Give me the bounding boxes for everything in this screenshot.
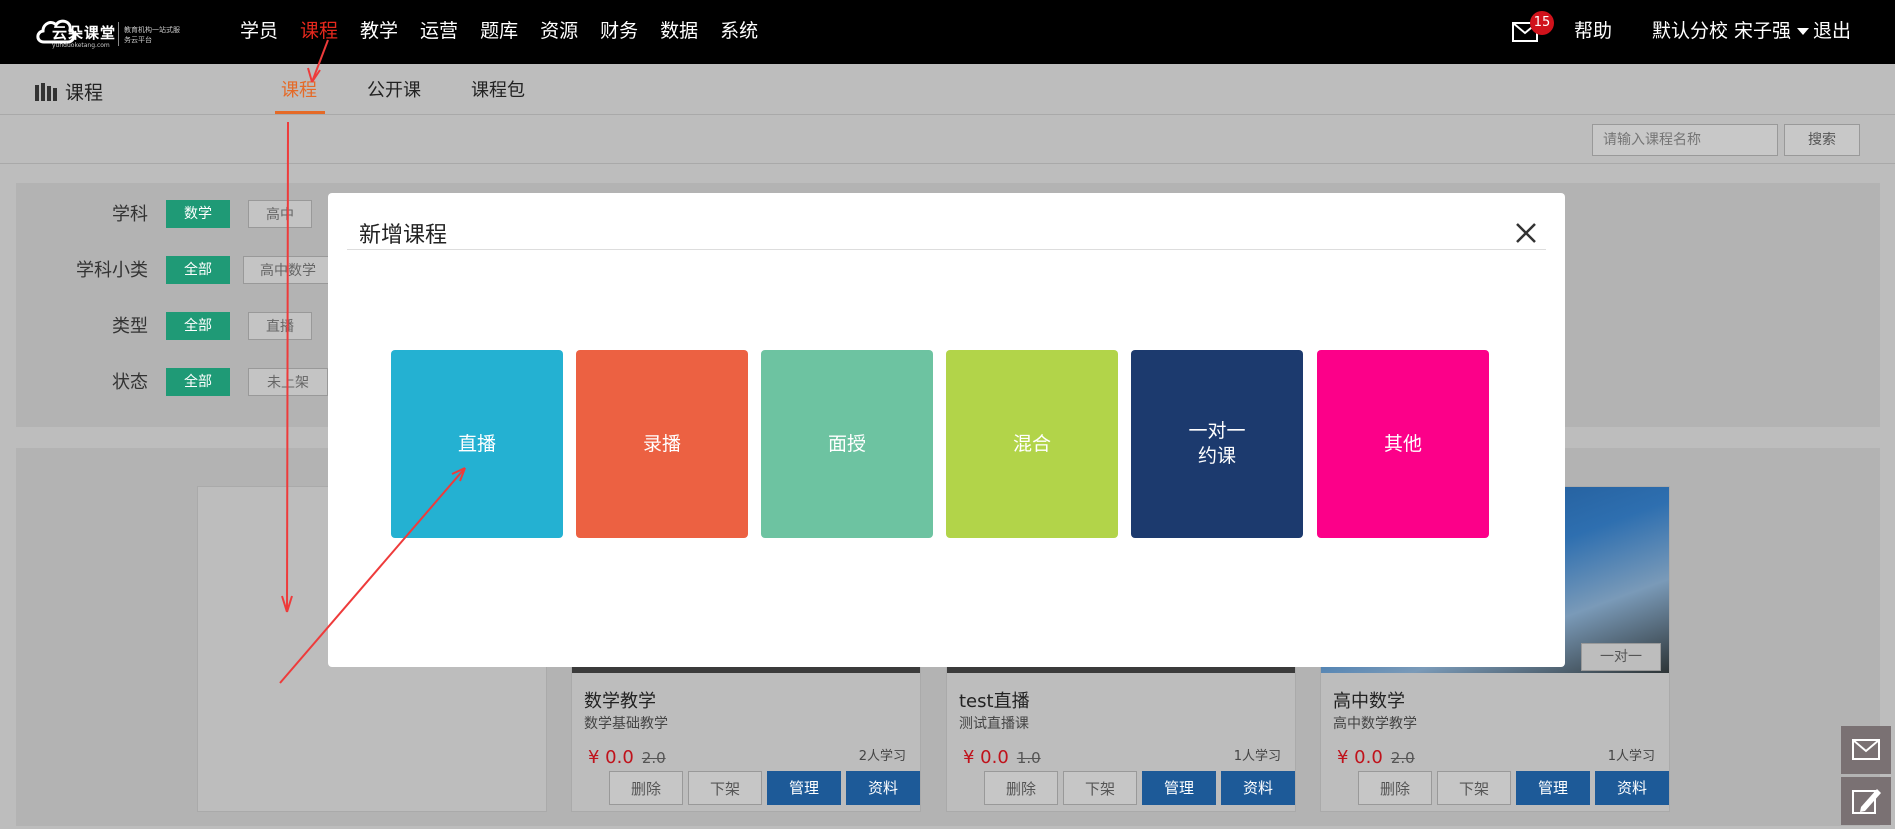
course-title[interactable]: 高中数学 [1333, 687, 1405, 713]
nav-item-finance[interactable]: 财务 [600, 0, 638, 64]
main-nav: 学员 课程 教学 运营 题库 资源 财务 数据 系统 [240, 0, 780, 64]
course-type-tile-other[interactable]: 其他 [1317, 350, 1489, 538]
nav-item-system[interactable]: 系统 [720, 0, 758, 64]
course-price-original: 2.0 [641, 749, 666, 767]
course-type-tile-live[interactable]: 直播 [391, 350, 563, 538]
filter-chip-subject-math[interactable]: 数学 [166, 200, 230, 228]
course-search-input[interactable] [1592, 124, 1778, 156]
course-title[interactable]: 数学教学 [584, 687, 656, 713]
envelope-icon [1852, 739, 1880, 760]
course-price: ¥ 0.0 2.0 [588, 747, 666, 768]
section-title: 课程 [35, 78, 103, 105]
nav-item-teaching[interactable]: 教学 [360, 0, 398, 64]
branch-selector[interactable]: 默认分校 [1652, 0, 1728, 62]
modal-title: 新增课程 [359, 223, 448, 248]
logo[interactable]: 云朵课堂 yunduoketang.com 教育机构一站式服务云平台 [34, 12, 180, 52]
nav-item-courses[interactable]: 课程 [300, 0, 338, 64]
course-description: 数学基础教学 [584, 716, 668, 732]
course-type-tile-one-on-one[interactable]: 一对一 约课 [1131, 350, 1303, 538]
filter-label-subject: 学科 [112, 204, 148, 225]
course-type-tile-in-person[interactable]: 面授 [761, 350, 933, 538]
tab-course-packages[interactable]: 课程包 [471, 76, 525, 102]
delete-button[interactable]: 删除 [984, 771, 1058, 805]
course-price-current: ¥ 0.0 [963, 747, 1009, 768]
course-description: 测试直播课 [959, 716, 1029, 732]
unpublish-button[interactable]: 下架 [1063, 771, 1137, 805]
logo-domain: yunduoketang.com [52, 42, 110, 49]
edit-icon [1852, 789, 1881, 814]
unpublish-button[interactable]: 下架 [1437, 771, 1511, 805]
nav-item-data[interactable]: 数据 [660, 0, 698, 64]
course-title[interactable]: test直播 [959, 687, 1030, 713]
course-price-original: 1.0 [1016, 749, 1041, 767]
manage-button[interactable]: 管理 [767, 771, 841, 805]
filter-chip-status-all[interactable]: 全部 [166, 368, 230, 396]
logo-divider [118, 22, 119, 46]
course-type-tile-hybrid[interactable]: 混合 [946, 350, 1118, 538]
nav-item-operations[interactable]: 运营 [420, 0, 458, 64]
course-price-current: ¥ 0.0 [1337, 747, 1383, 768]
nav-item-students[interactable]: 学员 [240, 0, 278, 64]
unpublish-button[interactable]: 下架 [688, 771, 762, 805]
floating-edit-button[interactable] [1841, 777, 1891, 825]
user-menu[interactable]: 宋子强 [1734, 0, 1810, 62]
manage-button[interactable]: 管理 [1142, 771, 1216, 805]
tab-open-courses[interactable]: 公开课 [367, 76, 421, 102]
course-learner-count: 1人学习 [1607, 749, 1655, 764]
filter-label-type: 类型 [112, 316, 148, 337]
add-course-modal: 新增课程 直播 录播 面授 混合 一对一 约课 其他 [328, 193, 1565, 667]
filter-label-status: 状态 [112, 372, 148, 393]
logo-brand: 云朵课堂 [52, 24, 117, 42]
logout-link[interactable]: 退出 [1813, 0, 1851, 62]
materials-button[interactable]: 资料 [1595, 771, 1669, 805]
course-type-tile-recorded[interactable]: 录播 [576, 350, 748, 538]
books-icon [35, 83, 57, 101]
logo-slogan: 教育机构一站式服务云平台 [124, 26, 180, 44]
sub-header: 课程 课程 公开课 课程包 [0, 64, 1895, 115]
floating-message-button[interactable] [1841, 726, 1891, 774]
course-learner-count: 1人学习 [1233, 749, 1281, 764]
mail-count-badge: 15 [1530, 11, 1554, 35]
section-title-text: 课程 [65, 82, 104, 104]
tab-courses[interactable]: 课程 [281, 76, 317, 102]
modal-divider [347, 249, 1546, 250]
search-row: 搜索 [0, 115, 1895, 164]
user-name: 宋子强 [1734, 20, 1792, 42]
active-tab-indicator [275, 111, 325, 114]
course-price: ¥ 0.0 2.0 [1337, 747, 1415, 768]
nav-item-resources[interactable]: 资源 [540, 0, 578, 64]
delete-button[interactable]: 删除 [609, 771, 683, 805]
close-icon[interactable] [1514, 221, 1538, 245]
materials-button[interactable]: 资料 [1221, 771, 1295, 805]
course-price: ¥ 0.0 1.0 [963, 747, 1041, 768]
caret-down-icon [1797, 28, 1810, 35]
manage-button[interactable]: 管理 [1516, 771, 1590, 805]
course-description: 高中数学教学 [1333, 716, 1417, 732]
materials-button[interactable]: 资料 [846, 771, 920, 805]
delete-button[interactable]: 删除 [1358, 771, 1432, 805]
course-type-tag: 一对一 [1581, 643, 1661, 671]
filter-chip-status-unpublished[interactable]: 未上架 [248, 368, 328, 396]
filter-chip-type-live[interactable]: 直播 [248, 312, 312, 340]
nav-item-question-bank[interactable]: 题库 [480, 0, 518, 64]
course-learner-count: 2人学习 [858, 749, 906, 764]
filter-label-subcategory: 学科小类 [76, 260, 148, 281]
top-navbar: 云朵课堂 yunduoketang.com 教育机构一站式服务云平台 学员 课程… [0, 0, 1895, 64]
course-price-original: 2.0 [1390, 749, 1415, 767]
filter-chip-type-all[interactable]: 全部 [166, 312, 230, 340]
course-price-current: ¥ 0.0 [588, 747, 634, 768]
filter-chip-subcategory-hs-math[interactable]: 高中数学 [243, 256, 333, 284]
search-button[interactable]: 搜索 [1784, 124, 1860, 156]
help-link[interactable]: 帮助 [1574, 0, 1612, 62]
filter-chip-subcategory-all[interactable]: 全部 [166, 256, 230, 284]
filter-chip-subject-highschool[interactable]: 高中 [248, 200, 312, 228]
